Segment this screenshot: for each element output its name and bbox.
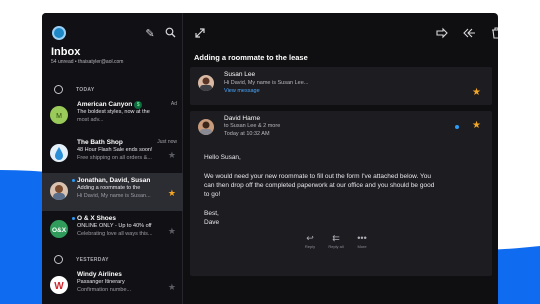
- subject-line: Passanger Itinerary: [77, 279, 125, 285]
- subject-line: Adding a roommate to the: [77, 185, 141, 191]
- sender-name: David Harne: [224, 115, 261, 122]
- sender-name: O & X Shoes: [77, 215, 117, 222]
- mail-app-window: ✎ Inbox 54 unread • thaisatyler@aol.com …: [42, 13, 498, 304]
- inbox-subtitle: 54 unread • thaisatyler@aol.com: [51, 59, 124, 65]
- sender-name: Windy Airlines: [77, 271, 122, 278]
- unread-dot: [455, 125, 459, 129]
- trash-icon[interactable]: [490, 27, 498, 39]
- body-line: Best,: [204, 210, 219, 217]
- sender-name: Jonathan, David, Susan: [77, 177, 151, 184]
- star-icon[interactable]: ★: [168, 188, 176, 199]
- sender-avatar: W: [50, 276, 68, 294]
- svg-text:W: W: [54, 281, 64, 292]
- date-label: Just now: [157, 139, 177, 145]
- body-line: Hello Susan,: [204, 154, 241, 161]
- more-button[interactable]: ••• More: [350, 233, 374, 249]
- sender-avatar: M: [50, 106, 68, 124]
- select-all-circle[interactable]: [54, 85, 63, 94]
- account-avatar[interactable]: [52, 26, 66, 40]
- dollar-badge-icon: $: [134, 101, 143, 109]
- reply-all-icon: ⇇: [332, 233, 340, 243]
- preview-line: Hi David, My name is Susan...: [77, 193, 151, 199]
- star-icon[interactable]: ★: [168, 226, 176, 237]
- body-line: We would need your new roommate to fill …: [204, 173, 431, 180]
- star-icon[interactable]: ★: [472, 120, 481, 131]
- sender-avatar: [198, 75, 214, 91]
- inbox-title: Inbox: [51, 46, 81, 58]
- pencil-icon[interactable]: ✎: [144, 28, 156, 40]
- expand-icon[interactable]: [194, 27, 206, 39]
- section-yesterday: YESTERDAY: [42, 253, 183, 267]
- preview-line: most adv...: [77, 117, 104, 123]
- sender-name: The Bath Shop: [77, 139, 123, 146]
- search-icon[interactable]: [164, 27, 176, 39]
- collapsed-message-card[interactable]: Susan Lee Hi David, My name is Susan Lee…: [190, 67, 492, 105]
- thread-subject: Adding a roommate to the lease: [194, 53, 308, 62]
- sender-avatar: [50, 144, 68, 162]
- reading-pane: Adding a roommate to the lease Susan Lee…: [184, 13, 498, 304]
- select-circle[interactable]: [54, 255, 63, 264]
- list-item[interactable]: O&X O & X Shoes ONLINE ONLY - Up to 40% …: [42, 211, 183, 249]
- star-icon[interactable]: ★: [472, 87, 481, 98]
- reply-all-icon[interactable]: [462, 27, 475, 39]
- list-item[interactable]: M American Canyon $ The boldest styles, n…: [42, 97, 183, 135]
- unread-dot: [72, 179, 75, 182]
- preview-line: Confirmation numbe...: [77, 287, 132, 293]
- list-item-selected[interactable]: Jonathan, David, Susan Adding a roommate…: [42, 173, 183, 211]
- sender-name: American Canyon $: [77, 101, 143, 109]
- ad-label: Ad: [170, 101, 177, 107]
- message-snippet: Hi David, My name is Susan Lee...: [224, 80, 309, 86]
- timestamp: Today at 10:32 AM: [224, 131, 270, 137]
- sender-avatar: [198, 119, 214, 135]
- star-icon[interactable]: ★: [168, 150, 176, 161]
- reply-all-button[interactable]: ⇇ Reply all: [324, 233, 348, 249]
- svg-text:M: M: [56, 113, 62, 120]
- message-list-pane: ✎ Inbox 54 unread • thaisatyler@aol.com …: [42, 13, 183, 304]
- body-line: can then drop off the completed paperwor…: [204, 182, 435, 189]
- list-item[interactable]: W Windy Airlines Passanger Itinerary Con…: [42, 267, 183, 304]
- view-message-link[interactable]: View message: [224, 88, 260, 94]
- list-item[interactable]: The Bath Shop 48 Hour Flash Sale ends so…: [42, 135, 183, 173]
- reply-icon: ↩: [306, 233, 314, 243]
- body-line: to go!: [204, 191, 221, 198]
- expanded-message-card: David Harne to Susan Lee & 2 more Today …: [190, 111, 492, 276]
- preview-line: Free shipping on all orders &...: [77, 155, 152, 161]
- unread-dot: [72, 217, 75, 220]
- recipients-line[interactable]: to Susan Lee & 2 more: [224, 123, 280, 129]
- subject-line: The boldest styles, now at the: [77, 109, 150, 115]
- preview-line: Celebrating love all ways this...: [77, 231, 153, 237]
- sender-avatar: [50, 182, 68, 200]
- body-line: Dave: [204, 219, 220, 226]
- reply-button[interactable]: ↩ Reply: [298, 233, 322, 249]
- star-icon[interactable]: ★: [168, 282, 176, 293]
- forward-icon[interactable]: [436, 27, 448, 39]
- more-icon: •••: [357, 233, 367, 243]
- subject-line: ONLINE ONLY - Up to 40% off: [77, 223, 152, 229]
- section-today: TODAY: [42, 83, 183, 97]
- svg-text:O&X: O&X: [52, 227, 67, 234]
- sender-avatar: O&X: [50, 220, 68, 238]
- subject-line: 48 Hour Flash Sale ends soon!: [77, 147, 153, 153]
- sender-name: Susan Lee: [224, 71, 256, 78]
